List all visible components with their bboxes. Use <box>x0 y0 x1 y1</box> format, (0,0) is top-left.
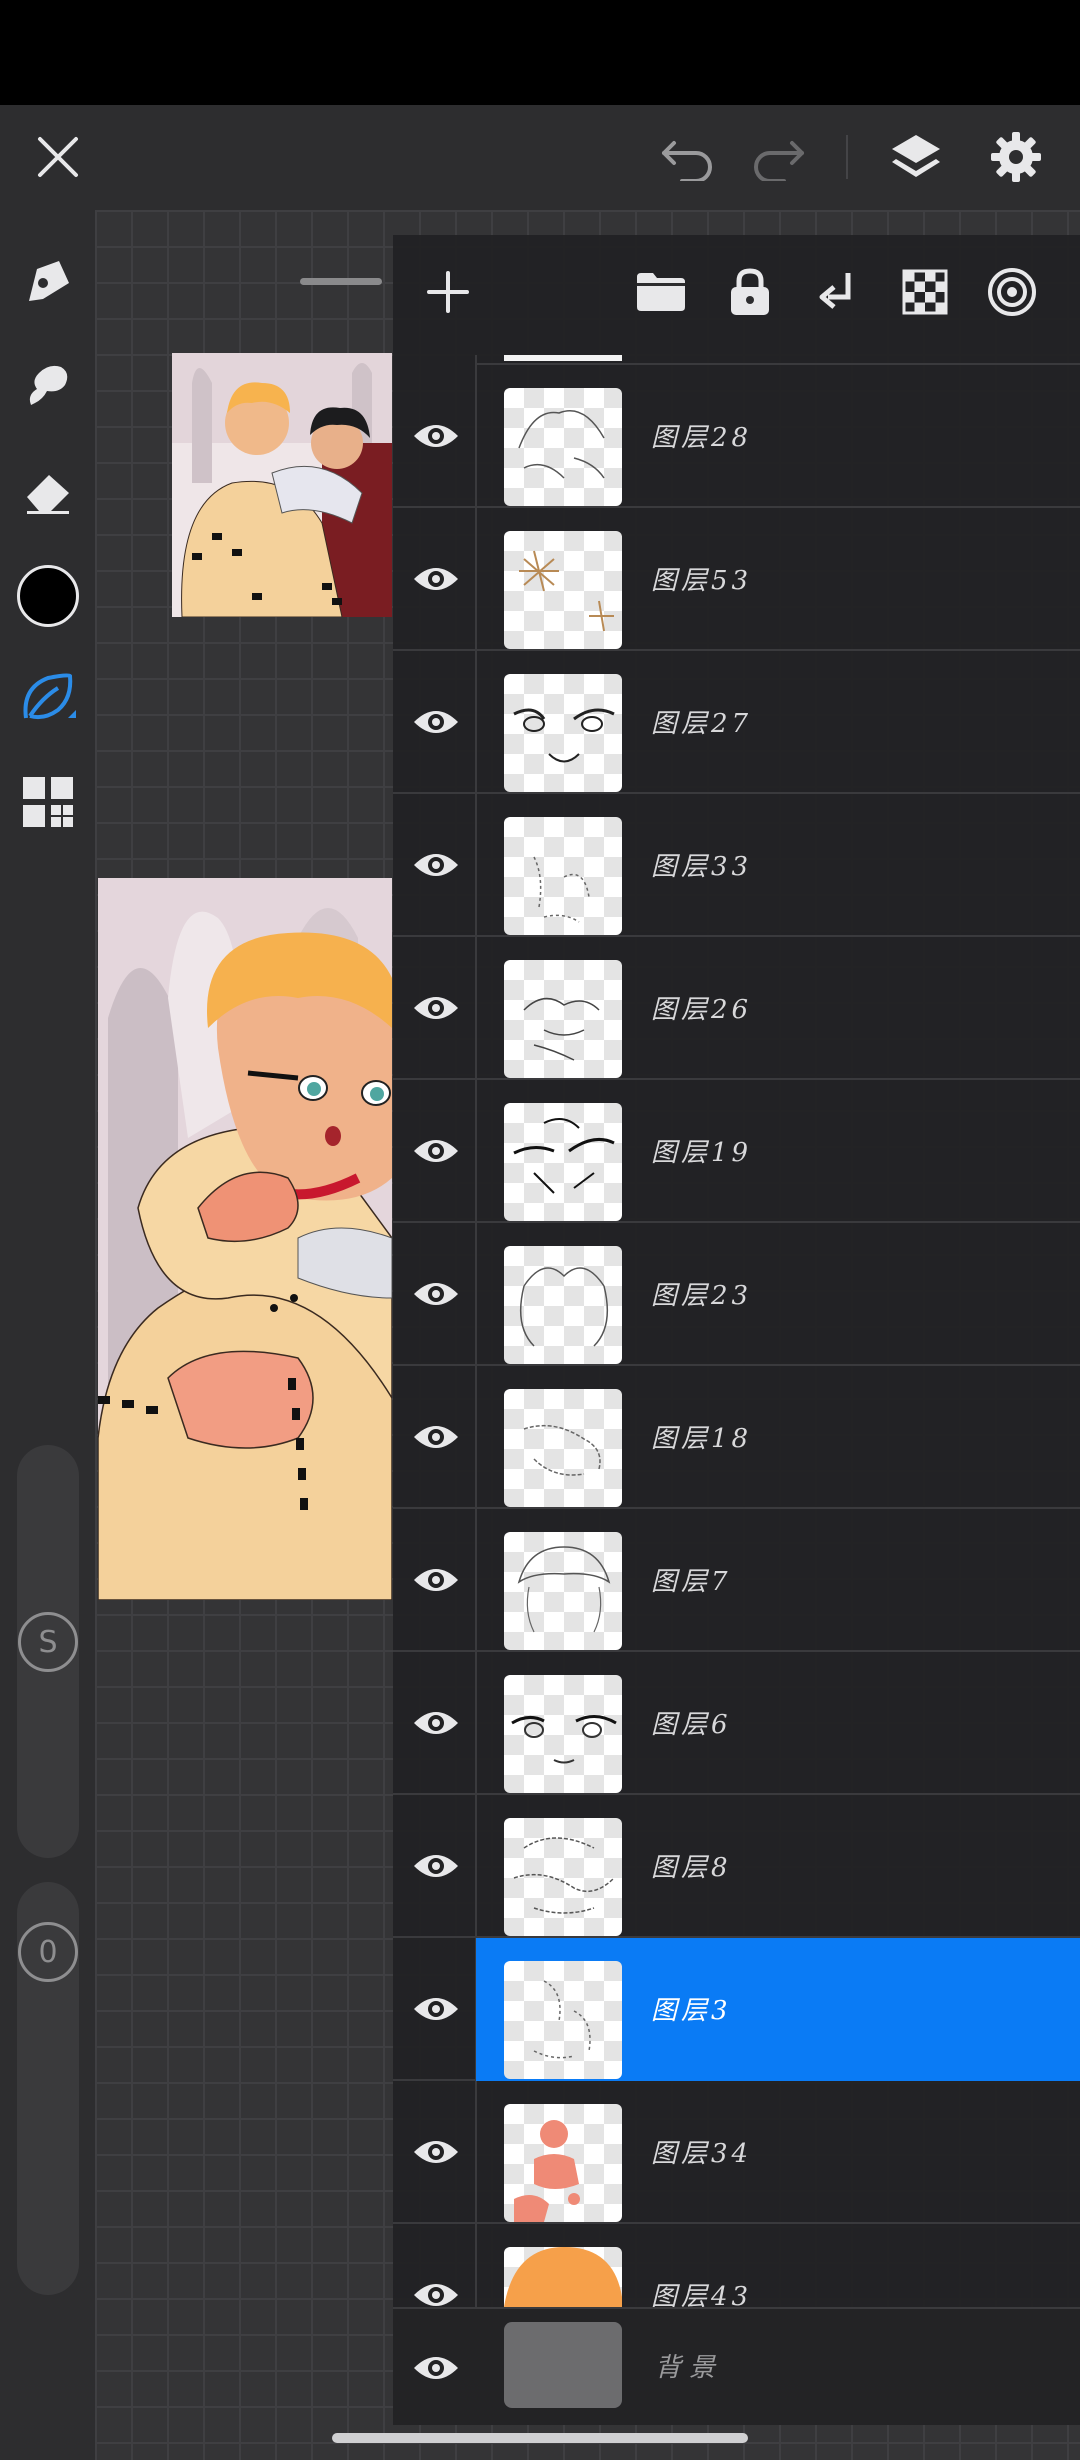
layer-thumbnail[interactable] <box>504 1961 622 2079</box>
add-layer-icon[interactable] <box>413 257 483 327</box>
eye-icon[interactable] <box>407 550 465 608</box>
layer-thumbnail[interactable] <box>504 817 622 935</box>
opacity-slider-thumb[interactable]: 0 <box>18 1922 78 1982</box>
layer-toolbar <box>393 235 1080 355</box>
layer-thumbnail[interactable] <box>504 388 622 506</box>
undo-icon[interactable] <box>652 121 724 193</box>
toolbar-divider <box>846 135 848 179</box>
layer-list[interactable]: 图层28 图层53 图层27 图层33 图层26 图层19 图层23 图层18 图层7 图层6 图层… <box>393 355 1080 2307</box>
layer-row[interactable]: 图层43 <box>393 2224 1080 2307</box>
pen-icon[interactable] <box>12 246 84 318</box>
lasso-leaf-icon[interactable] <box>12 662 84 734</box>
transparency-icon[interactable] <box>890 257 960 327</box>
eye-icon[interactable] <box>407 836 465 894</box>
layer-row[interactable]: 图层23 <box>393 1223 1080 1366</box>
status-bar <box>0 0 1080 105</box>
background-layer-row[interactable]: 背景 <box>393 2307 1080 2425</box>
layer-panel: 图层28 图层53 图层27 图层33 图层26 图层19 图层23 图层18 图层7 图层6 图层… <box>393 235 1080 2425</box>
layer-thumbnail[interactable] <box>504 1818 622 1936</box>
layer-thumbnail[interactable] <box>504 960 622 1078</box>
artwork-preview-large <box>98 878 392 1600</box>
layer-row[interactable]: 图层3 <box>393 1938 1080 2081</box>
layer-name: 图层26 <box>651 995 753 1025</box>
partial-layer-thumbnail <box>504 355 622 361</box>
layer-thumbnail[interactable] <box>504 1103 622 1221</box>
layer-row[interactable]: 图层27 <box>393 651 1080 794</box>
layer-name: 图层53 <box>651 566 753 596</box>
layer-row[interactable]: 图层53 <box>393 508 1080 651</box>
layer-name: 图层3 <box>651 1996 732 2026</box>
layer-thumbnail[interactable] <box>504 531 622 649</box>
top-toolbar <box>0 105 1080 210</box>
artwork-preview-small <box>172 353 392 617</box>
eraser-icon[interactable] <box>12 456 84 528</box>
redo-icon[interactable] <box>742 121 814 193</box>
color-swatch[interactable] <box>12 560 84 632</box>
home-indicator[interactable] <box>332 2433 748 2443</box>
canvas-drag-handle[interactable] <box>300 278 382 285</box>
merge-down-icon[interactable] <box>802 257 872 327</box>
eye-icon[interactable] <box>407 2123 465 2181</box>
layer-name: 图层7 <box>651 1567 732 1597</box>
layer-name: 图层27 <box>651 709 753 739</box>
eye-icon[interactable] <box>407 1980 465 2038</box>
layer-row[interactable]: 图层28 <box>393 365 1080 508</box>
layers-icon[interactable] <box>880 121 952 193</box>
layer-thumbnail[interactable] <box>504 2104 622 2222</box>
gallery-grid-icon[interactable] <box>12 766 84 838</box>
layer-thumbnail[interactable] <box>504 2247 622 2307</box>
layer-name: 图层6 <box>651 1710 732 1740</box>
layer-row[interactable]: 图层34 <box>393 2081 1080 2224</box>
eye-icon[interactable] <box>407 407 465 465</box>
close-icon[interactable] <box>22 121 94 193</box>
layer-name: 图层28 <box>651 423 753 453</box>
eye-icon[interactable] <box>407 1837 465 1895</box>
layer-name: 图层43 <box>651 2282 753 2307</box>
layer-name: 图层23 <box>651 1281 753 1311</box>
size-slider-thumb[interactable]: S <box>18 1612 78 1672</box>
layer-name: 图层34 <box>651 2139 753 2169</box>
layer-row[interactable]: 图层19 <box>393 1080 1080 1223</box>
folder-icon[interactable] <box>626 257 696 327</box>
gear-icon[interactable] <box>980 121 1052 193</box>
layer-name: 图层8 <box>651 1853 732 1883</box>
eye-icon[interactable] <box>407 1408 465 1466</box>
eye-icon[interactable] <box>407 1694 465 1752</box>
tool-rail: S 0 <box>0 210 95 2460</box>
layer-row[interactable]: 图层33 <box>393 794 1080 937</box>
eye-icon[interactable] <box>407 1551 465 1609</box>
eye-icon[interactable] <box>407 2266 465 2307</box>
eye-icon[interactable] <box>407 1265 465 1323</box>
layer-row[interactable]: 图层8 <box>393 1795 1080 1938</box>
smudge-icon[interactable] <box>12 350 84 422</box>
layer-thumbnail[interactable] <box>504 1532 622 1650</box>
layer-thumbnail[interactable] <box>504 1389 622 1507</box>
layer-row[interactable]: 图层18 <box>393 1366 1080 1509</box>
layer-thumbnail[interactable] <box>504 674 622 792</box>
layer-row[interactable]: 图层7 <box>393 1509 1080 1652</box>
layer-thumbnail[interactable] <box>504 1246 622 1364</box>
layer-name: 图层19 <box>651 1138 753 1168</box>
drawing-app: S 0 图层28 图层53 图层27 图层33 图层26 图层19 图层23 图… <box>0 0 1080 2460</box>
layer-name: 图层33 <box>651 852 753 882</box>
eye-icon[interactable] <box>407 693 465 751</box>
layer-thumbnail[interactable] <box>504 1675 622 1793</box>
eye-icon[interactable] <box>407 1122 465 1180</box>
eye-icon[interactable] <box>407 979 465 1037</box>
background-layer-name: 背景 <box>655 2353 724 2383</box>
reference-icon[interactable] <box>977 257 1047 327</box>
layer-row[interactable]: 图层26 <box>393 937 1080 1080</box>
layer-name: 图层18 <box>651 1424 753 1454</box>
layer-row[interactable]: 图层6 <box>393 1652 1080 1795</box>
background-color-swatch[interactable] <box>504 2322 622 2408</box>
eye-icon[interactable] <box>407 2339 465 2397</box>
lock-icon[interactable] <box>715 257 785 327</box>
